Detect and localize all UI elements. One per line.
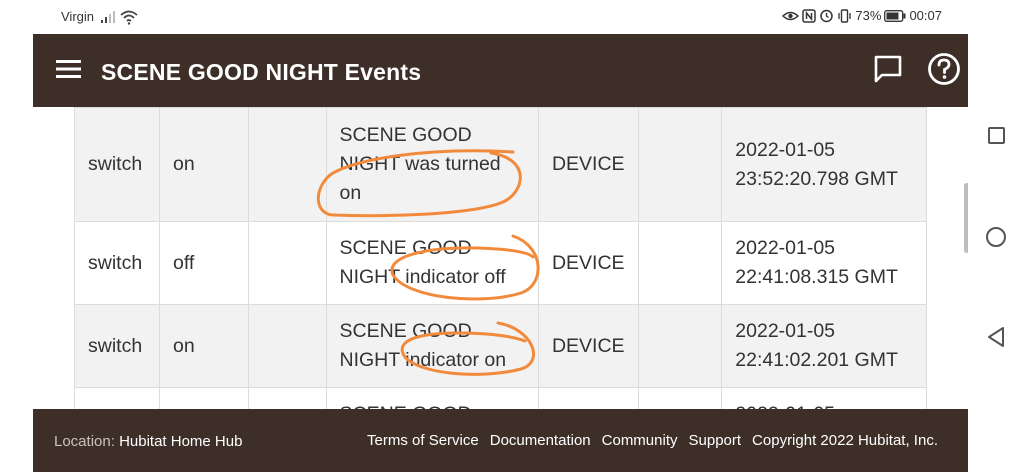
documentation-link[interactable]: Documentation bbox=[490, 432, 591, 449]
events-table: switch on SCENE GOOD NIGHT was turned on DE… bbox=[74, 107, 927, 409]
event-date-cell: 2022-01-05 23:52:20.798 GMT bbox=[721, 107, 927, 222]
event-description-cell: SCENE GOOD NIGHT indicator off bbox=[325, 221, 539, 305]
battery-icon bbox=[884, 9, 906, 22]
alarm-icon bbox=[820, 9, 834, 23]
back-icon[interactable] bbox=[986, 326, 1006, 348]
event-unit-cell bbox=[247, 387, 327, 409]
system-nav-bar bbox=[968, 0, 1024, 472]
event-type-cell bbox=[637, 221, 723, 305]
app-header: SCENE GOOD NIGHT Events bbox=[33, 34, 968, 107]
nfc-icon bbox=[802, 8, 817, 23]
event-date-cell: 2022-01-05 bbox=[721, 387, 927, 409]
event-source-cell bbox=[537, 387, 639, 409]
event-type-cell bbox=[637, 387, 723, 409]
event-date: 2022-01-05 bbox=[735, 138, 836, 161]
status-bar: Virgin 73% 00:07 bbox=[0, 0, 968, 34]
wifi-icon bbox=[120, 10, 138, 25]
page-title: SCENE GOOD NIGHT Events bbox=[101, 59, 422, 85]
home-icon[interactable] bbox=[986, 227, 1006, 247]
terms-link[interactable]: Terms of Service bbox=[367, 432, 479, 449]
event-value-cell: on bbox=[158, 107, 249, 222]
event-date: 2022-01-05 bbox=[735, 400, 913, 409]
vibrate-icon bbox=[838, 8, 852, 23]
event-date-cell: 2022-01-05 22:41:08.315 GMT bbox=[721, 221, 927, 305]
event-name-cell: switch bbox=[74, 221, 160, 305]
event-date: 2022-01-05 bbox=[735, 320, 836, 342]
event-time: 22:41:02.201 GMT bbox=[735, 349, 898, 371]
location-value: Hubitat Home Hub bbox=[119, 433, 243, 450]
event-type-cell bbox=[637, 304, 723, 388]
carrier-name: Virgin bbox=[61, 9, 95, 24]
menu-icon[interactable] bbox=[56, 58, 81, 80]
event-name-cell bbox=[74, 387, 160, 409]
table-row: switch on SCENE GOOD NIGHT indicator on DEV… bbox=[74, 304, 927, 388]
help-icon[interactable] bbox=[927, 52, 961, 86]
location-info: Location: Hubitat Home Hub bbox=[54, 433, 242, 450]
clock-time: 00:07 bbox=[909, 8, 942, 23]
copyright: Copyright 2022 Hubitat, Inc. bbox=[752, 432, 938, 449]
battery-percent: 73% bbox=[855, 8, 882, 23]
event-description-cell: SCENE GOOD NIGHT was turned on bbox=[325, 107, 539, 222]
event-type-cell bbox=[637, 107, 723, 222]
table-row: SCENE GOOD 2022-01-05 bbox=[74, 387, 927, 409]
signal-icon bbox=[101, 11, 115, 23]
support-link[interactable]: Support bbox=[689, 432, 742, 449]
event-date: 2022-01-05 bbox=[735, 237, 836, 259]
event-value-cell: on bbox=[158, 304, 249, 388]
events-panel: switch on SCENE GOOD NIGHT was turned on DE… bbox=[33, 107, 968, 409]
event-description-cell: SCENE GOOD bbox=[325, 387, 539, 409]
table-row: switch on SCENE GOOD NIGHT was turned on DE… bbox=[74, 107, 927, 222]
footer: Location: Hubitat Home Hub Terms of Serv… bbox=[33, 409, 968, 472]
recent-apps-icon[interactable] bbox=[988, 127, 1005, 144]
event-value-cell: off bbox=[158, 221, 249, 305]
chat-icon[interactable] bbox=[873, 54, 903, 84]
event-time: 23:52:20.798 GMT bbox=[735, 167, 898, 190]
event-source-cell: DEVICE bbox=[537, 221, 639, 305]
event-unit-cell bbox=[247, 304, 327, 388]
event-unit-cell bbox=[247, 221, 327, 305]
footer-links: Terms of Service Documentation Community… bbox=[367, 432, 938, 449]
event-source-cell: DEVICE bbox=[537, 107, 639, 222]
event-time: 22:41:08.315 GMT bbox=[735, 266, 898, 288]
event-unit-cell bbox=[247, 107, 327, 222]
event-source-cell: DEVICE bbox=[537, 304, 639, 388]
status-icons: 73% 00:07 bbox=[782, 8, 942, 23]
table-row: switch off SCENE GOOD NIGHT indicator off D… bbox=[74, 221, 927, 305]
event-name-cell: switch bbox=[74, 107, 160, 222]
community-link[interactable]: Community bbox=[602, 432, 678, 449]
event-name-cell: switch bbox=[74, 304, 160, 388]
eye-icon bbox=[782, 11, 800, 20]
event-value-cell bbox=[158, 387, 249, 409]
event-description-cell: SCENE GOOD NIGHT indicator on bbox=[325, 304, 539, 388]
location-label: Location: bbox=[54, 433, 115, 450]
event-date-cell: 2022-01-05 22:41:02.201 GMT bbox=[721, 304, 927, 388]
